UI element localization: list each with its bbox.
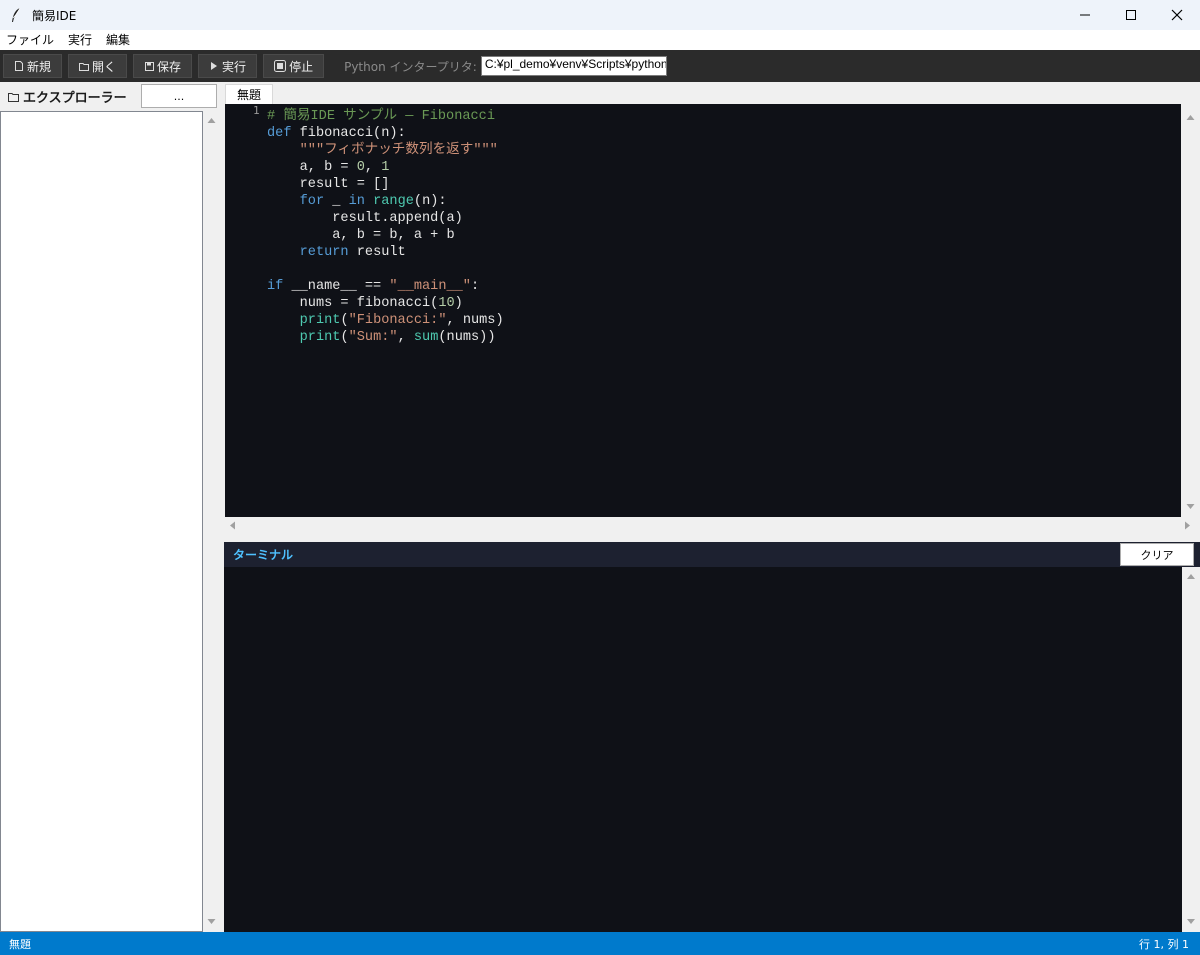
folder-icon xyxy=(79,61,90,71)
terminal-header: ターミナル クリア xyxy=(224,542,1200,567)
interpreter-path-input[interactable]: C:¥pl_demo¥venv¥Scripts¥python. xyxy=(480,56,667,76)
minimize-icon xyxy=(1080,14,1090,16)
window-title: 簡易IDE xyxy=(32,8,77,23)
new-file-icon xyxy=(14,61,24,71)
scroll-arrows-icon xyxy=(1187,574,1195,924)
line-number: 1 xyxy=(253,104,260,117)
code-line: ​ xyxy=(267,261,504,278)
terminal-scrollbar[interactable] xyxy=(1182,567,1200,932)
code-text[interactable]: # 簡易IDE サンプル — Fibonacci def fibonacci(n)… xyxy=(267,108,504,346)
code-line: print("Sum:", sum(nums)) xyxy=(299,330,496,345)
feather-icon xyxy=(8,7,24,23)
floppy-disk-icon xyxy=(144,61,154,71)
explorer-scrollbar[interactable] xyxy=(203,111,220,932)
open-button-label: 開く xyxy=(92,59,117,74)
clear-terminal-button[interactable]: クリア xyxy=(1120,543,1194,566)
status-bar: 無題 行 1, 列 1 xyxy=(0,932,1200,955)
minimize-button[interactable] xyxy=(1062,0,1108,30)
code-line: for _ in range(n): xyxy=(299,194,447,209)
editor-vertical-scrollbar[interactable] xyxy=(1181,104,1200,517)
code-line: def fibonacci(n): xyxy=(267,126,406,141)
close-icon xyxy=(1171,9,1183,21)
play-icon xyxy=(209,61,219,71)
code-line: a, b = b, a + b xyxy=(267,228,455,243)
scroll-arrows-icon xyxy=(1186,115,1195,509)
code-line: result = [] xyxy=(267,177,390,192)
folder-icon xyxy=(8,87,19,106)
menu-bar: ファイル 実行 編集 xyxy=(0,30,1200,50)
explorer-tree[interactable] xyxy=(0,111,203,932)
menu-file[interactable]: ファイル xyxy=(6,30,54,50)
maximize-button[interactable] xyxy=(1108,0,1154,30)
save-button[interactable]: 保存 xyxy=(133,54,193,78)
terminal-output[interactable] xyxy=(224,567,1182,932)
code-line: nums = fibonacci(10) xyxy=(267,296,463,311)
open-button[interactable]: 開く xyxy=(68,54,128,78)
new-button[interactable]: 新規 xyxy=(3,54,63,78)
code-line: return result xyxy=(299,245,406,260)
menu-edit[interactable]: 編集 xyxy=(106,30,130,50)
code-line: """フィボナッチ数列を返す""" xyxy=(299,143,498,158)
code-line: print("Fibonacci:", nums) xyxy=(299,313,504,328)
terminal-title: ターミナル xyxy=(233,548,294,562)
interpreter-label: Python インタープリタ: xyxy=(344,59,477,74)
stop-button-label: 停止 xyxy=(289,59,314,74)
tab-untitled[interactable]: 無題 xyxy=(225,84,274,104)
editor-tab-bar: 無題 xyxy=(220,82,1200,104)
run-button-label: 実行 xyxy=(222,59,247,74)
code-line: result.append(a) xyxy=(267,211,463,226)
code-line: # 簡易IDE サンプル — Fibonacci xyxy=(267,109,495,124)
explorer-title: エクスプローラー xyxy=(23,90,127,106)
stop-icon xyxy=(274,60,287,72)
run-button[interactable]: 実行 xyxy=(198,54,258,78)
scroll-arrows-icon xyxy=(230,521,1190,530)
editor-horizontal-scrollbar[interactable] xyxy=(225,517,1200,534)
status-filename: 無題 xyxy=(9,937,31,951)
explorer-header: エクスプローラー ... xyxy=(0,82,220,110)
scroll-arrows-icon xyxy=(207,118,216,924)
close-button[interactable] xyxy=(1154,0,1200,30)
stop-button[interactable]: 停止 xyxy=(263,54,325,78)
save-button-label: 保存 xyxy=(157,59,182,74)
menu-run[interactable]: 実行 xyxy=(68,30,92,50)
status-cursor-position: 行 1, 列 1 xyxy=(1139,937,1189,951)
code-editor[interactable]: 1 # 簡易IDE サンプル — Fibonacci def fibonacci(… xyxy=(225,104,1181,517)
toolbar: 新規 開く 保存 実行 停止 Python インタープリタ: C:¥pl_dem… xyxy=(0,50,1200,82)
title-bar: 簡易IDE xyxy=(0,0,1200,30)
maximize-icon xyxy=(1126,10,1136,20)
ide-window: 簡易IDE ファイル 実行 編集 新規 開く 保存 実行 停止 Python イ… xyxy=(0,0,1200,955)
new-button-label: 新規 xyxy=(27,59,52,74)
browse-folder-button[interactable]: ... xyxy=(141,84,217,108)
code-line: if __name__ == "__main__": xyxy=(267,279,480,294)
code-line: a, b = 0, 1 xyxy=(267,160,390,175)
